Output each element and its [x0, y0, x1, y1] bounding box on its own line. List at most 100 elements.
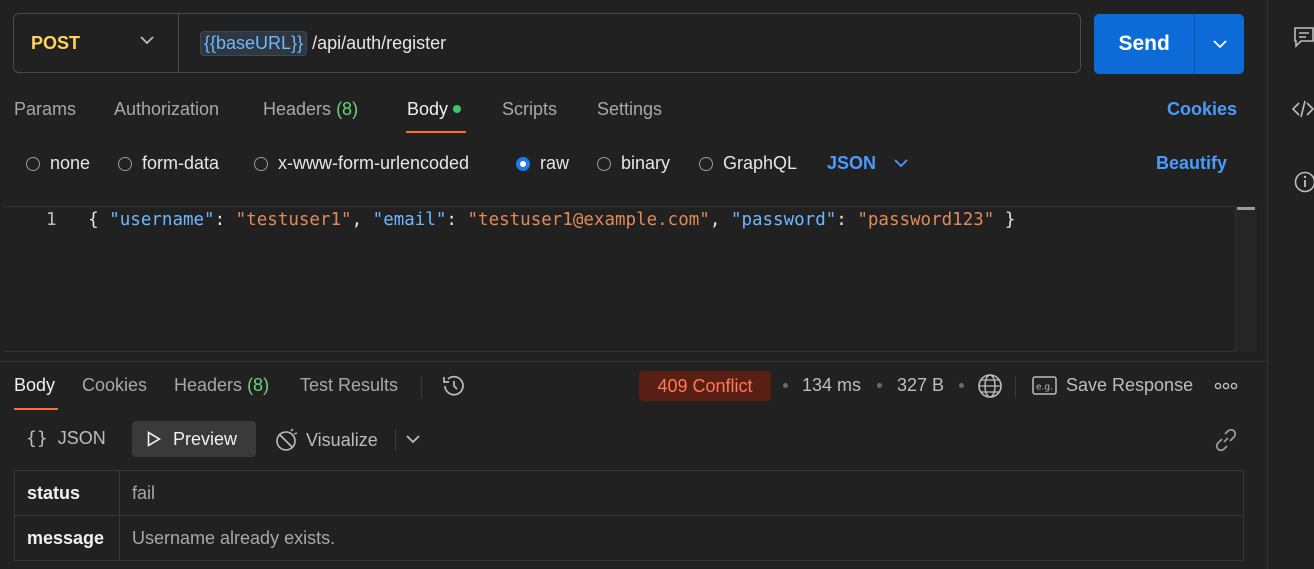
- radio-circle-icon: [254, 156, 268, 171]
- table-key: message: [14, 515, 120, 561]
- braces-icon: {}: [26, 428, 48, 449]
- response-time[interactable]: 134 ms: [802, 375, 861, 396]
- separator-dot: [877, 383, 882, 388]
- table-row: status fail: [14, 470, 1244, 516]
- more-options-icon[interactable]: [1214, 382, 1238, 390]
- response-tab-cookies[interactable]: Cookies: [82, 375, 147, 396]
- radio-checked-icon: [516, 156, 530, 171]
- radio-circle-icon: [118, 156, 132, 171]
- table-row: message Username already exists.: [14, 515, 1244, 561]
- code-snippet-icon[interactable]: [1292, 99, 1314, 119]
- modified-dot-icon: [453, 105, 462, 113]
- radio-form-data[interactable]: form-data: [118, 153, 219, 174]
- separator-dot: [783, 383, 788, 388]
- globe-icon[interactable]: [977, 373, 1003, 399]
- radio-raw-label: raw: [540, 153, 570, 173]
- tab-body[interactable]: Body: [407, 99, 462, 120]
- tab-settings[interactable]: Settings: [597, 99, 662, 120]
- separator: [421, 376, 422, 398]
- active-tab-indicator: [406, 131, 466, 133]
- url-variable[interactable]: {{baseURL}}: [200, 30, 308, 56]
- tab-headers-label: Headers: [263, 99, 332, 119]
- radio-form-data-label: form-data: [142, 153, 220, 173]
- radio-raw[interactable]: raw: [516, 153, 569, 174]
- radio-urlencoded-label: x-www-form-urlencoded: [278, 153, 470, 173]
- tab-headers-count: (8): [336, 99, 359, 119]
- table-value: fail: [119, 470, 1244, 516]
- send-button[interactable]: Send: [1094, 14, 1196, 74]
- language-select[interactable]: JSON: [827, 153, 908, 174]
- chevron-down-icon: [1213, 39, 1227, 48]
- status-badge[interactable]: 409 Conflict: [639, 371, 771, 401]
- save-response-icon: e.g.: [1032, 376, 1057, 395]
- code-key: "password": [730, 210, 837, 230]
- visualize-label: Visualize: [306, 429, 378, 450]
- chevron-down-icon: [140, 36, 154, 45]
- separator: [395, 429, 396, 451]
- visualize-button[interactable]: Visualize: [274, 428, 378, 452]
- tab-scripts[interactable]: Scripts: [502, 99, 557, 120]
- play-icon: [147, 431, 161, 447]
- comments-icon[interactable]: [1294, 26, 1314, 48]
- radio-graphql-label: GraphQL: [723, 153, 798, 173]
- pane-divider[interactable]: [0, 361, 1266, 362]
- code-comma: ,: [709, 210, 731, 230]
- editor-scroll-thumb[interactable]: [1237, 207, 1255, 210]
- history-icon[interactable]: [441, 374, 466, 398]
- json-view-label: JSON: [57, 428, 106, 448]
- language-label: JSON: [827, 153, 877, 173]
- code-line: 1 { "username": "testuser1", "email": "t…: [46, 210, 1015, 230]
- method-label: POST: [31, 32, 81, 53]
- right-sidebar: [1267, 0, 1314, 569]
- code-string: "password123": [857, 210, 995, 230]
- separator-dot: [959, 383, 964, 388]
- json-view-button[interactable]: {} JSON: [26, 428, 106, 449]
- cookies-link[interactable]: Cookies: [1167, 99, 1237, 120]
- info-icon[interactable]: [1294, 171, 1314, 193]
- url-input[interactable]: {{baseURL}} /api/auth/register: [179, 30, 447, 56]
- radio-none-label: none: [50, 153, 91, 173]
- url-path: /api/auth/register: [312, 32, 447, 53]
- radio-circle-icon: [26, 156, 40, 171]
- tab-authorization[interactable]: Authorization: [114, 99, 219, 120]
- code-string: "testuser1@example.com": [467, 210, 710, 230]
- code-comma: ,: [351, 210, 373, 230]
- response-tab-headers[interactable]: Headers (8): [174, 375, 269, 396]
- beautify-button[interactable]: Beautify: [1156, 153, 1227, 174]
- radio-graphql[interactable]: GraphQL: [699, 153, 797, 174]
- response-table: status fail message Username already exi…: [14, 470, 1244, 561]
- code-colon: :: [446, 210, 468, 230]
- url-bar: POST {{baseURL}} /api/auth/register: [13, 13, 1081, 73]
- radio-circle-icon: [597, 156, 611, 171]
- visualize-icon: [274, 428, 298, 452]
- code-colon: :: [836, 210, 858, 230]
- radio-circle-icon: [699, 156, 713, 171]
- response-tab-body[interactable]: Body: [14, 375, 55, 396]
- radio-binary[interactable]: binary: [597, 153, 670, 174]
- code-string: "testuser1": [235, 210, 352, 230]
- separator: [1015, 376, 1016, 398]
- response-tab-test-results[interactable]: Test Results: [300, 375, 398, 396]
- code-colon: :: [214, 210, 236, 230]
- link-icon[interactable]: [1213, 427, 1239, 453]
- line-number: 1: [46, 210, 57, 230]
- send-options-button[interactable]: [1195, 39, 1244, 49]
- chevron-down-icon[interactable]: [406, 435, 420, 444]
- tab-headers[interactable]: Headers (8): [263, 99, 358, 120]
- tab-body-label: Body: [407, 99, 449, 119]
- tab-params[interactable]: Params: [14, 99, 76, 120]
- editor-scrollbar[interactable]: [1235, 206, 1257, 352]
- table-value: Username already exists.: [119, 515, 1244, 561]
- response-size[interactable]: 327 B: [897, 375, 944, 396]
- chevron-down-icon: [894, 159, 908, 168]
- code-brace: }: [994, 210, 1016, 230]
- method-select[interactable]: POST: [14, 14, 179, 72]
- radio-urlencoded[interactable]: x-www-form-urlencoded: [254, 153, 469, 174]
- code-key: "email": [372, 210, 447, 230]
- preview-button[interactable]: Preview: [132, 421, 256, 457]
- save-response-button[interactable]: Save Response: [1066, 375, 1193, 396]
- table-key: status: [14, 470, 120, 516]
- radio-none[interactable]: none: [26, 153, 90, 174]
- radio-binary-label: binary: [621, 153, 671, 173]
- svg-text:e.g.: e.g.: [1036, 383, 1053, 393]
